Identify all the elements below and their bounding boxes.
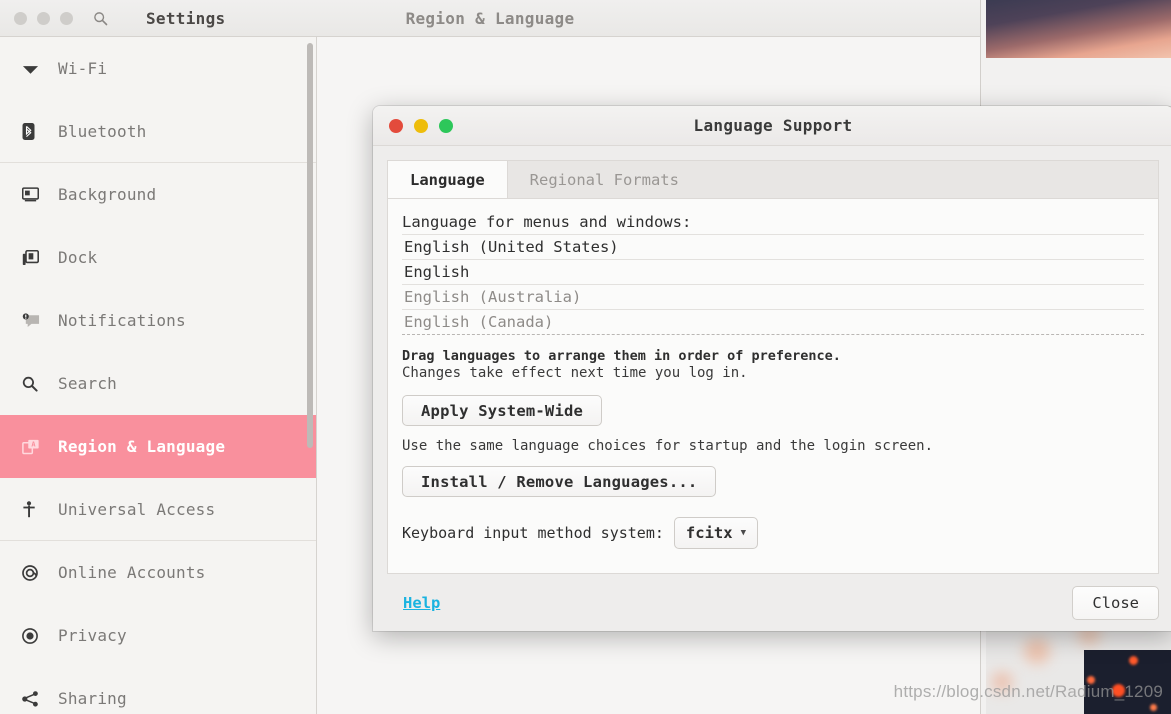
list-item[interactable]: English <box>402 259 1144 284</box>
tab-regional-formats[interactable]: Regional Formats <box>508 161 701 198</box>
chevron-down-icon: ▼ <box>740 528 746 538</box>
help-link[interactable]: Help <box>403 594 440 612</box>
dialog-title: Language Support <box>693 116 853 135</box>
sidebar-item-background[interactable]: Background <box>0 163 316 226</box>
keyboard-input-method-select[interactable]: fcitx ▼ <box>673 517 758 549</box>
privacy-icon <box>22 627 48 644</box>
dialog-tab-page: Language for menus and windows: English … <box>388 199 1158 573</box>
sidebar-item-label: Privacy <box>58 626 127 645</box>
sidebar-item-notifications[interactable]: Notifications <box>0 289 316 352</box>
sidebar-item-sharing[interactable]: Sharing <box>0 667 316 714</box>
sidebar-item-label: Search <box>58 374 117 393</box>
sidebar-item-wi-fi[interactable]: Wi-Fi <box>0 37 316 100</box>
language-list[interactable]: English (United States) English English … <box>402 234 1144 335</box>
sidebar-item-label: Wi-Fi <box>58 59 108 78</box>
sidebar-scrollbar[interactable] <box>307 43 313 448</box>
background-icon <box>22 187 48 202</box>
sidebar-item-label: Sharing <box>58 689 127 708</box>
dock-icon <box>22 249 48 266</box>
settings-app-title: Settings <box>146 8 226 28</box>
dialog-titlebar: Language Support <box>373 106 1171 146</box>
wifi-icon <box>22 62 48 76</box>
list-item[interactable]: English (United States) <box>402 234 1144 259</box>
notifications-icon <box>22 313 48 328</box>
dialog-tabstrip: Language Regional Formats <box>388 161 1158 199</box>
online-accounts-icon <box>22 564 48 581</box>
dialog-action-bar: Help Close <box>373 574 1171 631</box>
sidebar-item-region-language[interactable]: A Region & Language <box>0 415 316 478</box>
tab-language[interactable]: Language <box>388 161 508 198</box>
apply-system-wide-button[interactable]: Apply System-Wide <box>402 395 603 426</box>
keyboard-input-method-value: fcitx <box>685 524 733 542</box>
sidebar-item-label: Dock <box>58 248 98 267</box>
watermark: https://blog.csdn.net/Radium_1209 <box>893 682 1163 701</box>
bluetooth-icon <box>22 123 48 140</box>
sidebar-item-label: Region & Language <box>58 437 226 456</box>
search-icon[interactable] <box>93 11 108 26</box>
sidebar-item-label: Online Accounts <box>58 563 206 582</box>
sidebar: Wi-Fi Bluetooth Background Dock Notifica… <box>0 37 317 714</box>
wallpaper-top <box>986 0 1171 58</box>
language-support-dialog: Language Support Language Regional Forma… <box>373 106 1171 631</box>
region-language-icon: A <box>22 439 48 455</box>
list-item[interactable]: English (Canada) <box>402 309 1144 335</box>
changes-hint-text: Changes take effect next time you log in… <box>402 365 748 381</box>
keyboard-input-method-label: Keyboard input method system: <box>402 524 664 542</box>
window-close-button[interactable] <box>14 11 27 25</box>
close-button[interactable]: Close <box>1072 585 1159 620</box>
sidebar-item-label: Universal Access <box>58 500 216 519</box>
sidebar-item-bluetooth[interactable]: Bluetooth <box>0 100 316 163</box>
sidebar-item-online-accounts[interactable]: Online Accounts <box>0 541 316 604</box>
sidebar-item-label: Bluetooth <box>58 122 147 141</box>
search-icon <box>22 376 48 392</box>
sidebar-item-search[interactable]: Search <box>0 352 316 415</box>
keyboard-input-method-row: Keyboard input method system: fcitx ▼ <box>402 517 1144 549</box>
sidebar-item-universal-access[interactable]: Universal Access <box>0 478 316 541</box>
sharing-icon <box>22 690 48 707</box>
sidebar-item-label: Background <box>58 185 157 204</box>
drag-hint-text: Drag languages to arrange them in order … <box>402 348 841 364</box>
sidebar-item-dock[interactable]: Dock <box>0 226 316 289</box>
language-heading: Language for menus and windows: <box>402 213 692 231</box>
same-language-hint-text: Use the same language choices for startu… <box>402 438 934 454</box>
sidebar-item-label: Notifications <box>58 311 186 330</box>
window-minimize-button[interactable] <box>37 11 50 25</box>
window-maximize-button[interactable] <box>60 11 73 25</box>
universal-access-icon <box>22 501 48 518</box>
settings-titlebar: Settings Region & Language <box>0 0 980 37</box>
install-remove-languages-button[interactable]: Install / Remove Languages... <box>402 466 717 497</box>
list-item[interactable]: English (Australia) <box>402 284 1144 309</box>
dialog-notebook: Language Regional Formats Language for m… <box>387 160 1159 574</box>
sidebar-item-privacy[interactable]: Privacy <box>0 604 316 667</box>
